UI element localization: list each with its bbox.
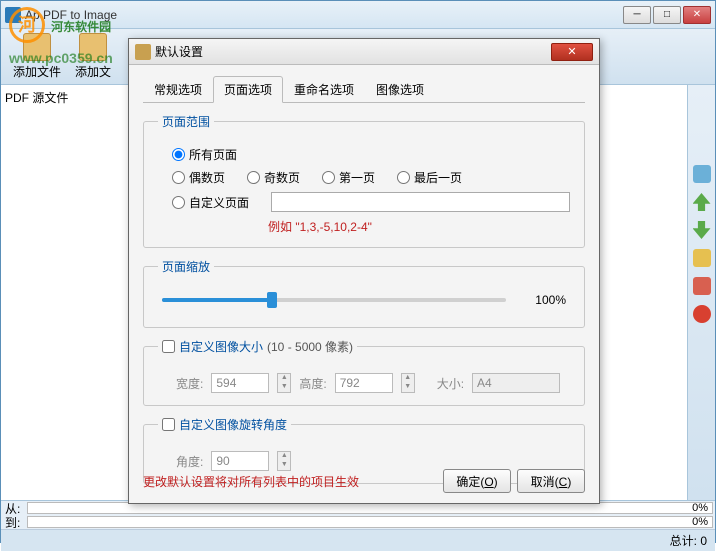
tab-image[interactable]: 图像选项	[365, 76, 435, 103]
height-label: 高度:	[299, 375, 326, 392]
radio-even[interactable]: 偶数页	[172, 169, 225, 186]
remove-icon[interactable]	[693, 305, 711, 323]
status-total: 总计: 0	[1, 529, 715, 551]
dialog-close-button[interactable]: ✕	[551, 43, 593, 61]
width-label: 宽度:	[176, 375, 203, 392]
radio-all-pages[interactable]: 所有页面	[172, 146, 237, 163]
titlebar: Ap PDF to Image ─ □ ✕	[1, 1, 715, 29]
angle-label: 角度:	[176, 453, 203, 470]
ok-button[interactable]: 确定(O)	[443, 469, 511, 493]
tab-page[interactable]: 页面选项	[213, 76, 283, 103]
page-range-legend: 页面范围	[158, 113, 214, 130]
source-file-header: PDF 源文件	[5, 89, 124, 106]
custom-range-example: 例如 "1,3,-5,10,2-4"	[268, 218, 570, 235]
dialog-footer: 更改默认设置将对所有列表中的项目生效 确定(O) 取消(C)	[143, 469, 585, 493]
footer-warning: 更改默认设置将对所有列表中的项目生效	[143, 473, 437, 490]
dialog-title: 默认设置	[155, 43, 551, 60]
add-file-label: 添加文件	[13, 63, 61, 80]
custom-size-legend: 自定义图像大小 (10 - 5000 像素)	[158, 338, 357, 355]
status-to-label: 到:	[1, 514, 27, 531]
add-folder-label: 添加文	[75, 63, 111, 80]
radio-last[interactable]: 最后一页	[397, 169, 462, 186]
preset-select[interactable]	[472, 373, 560, 393]
height-spinner[interactable]: ▲▼	[401, 373, 415, 393]
delete-icon[interactable]	[693, 277, 711, 295]
width-input[interactable]	[211, 373, 269, 393]
statusbar: 从: 0% 到: 0% 总计: 0	[1, 500, 715, 542]
page-range-group: 页面范围 所有页面 偶数页 奇数页 第一页 最后一页 自定义页面 例如 "1,3…	[143, 113, 585, 248]
custom-size-group: 自定义图像大小 (10 - 5000 像素) 宽度: ▲▼ 高度: ▲▼ 大小:	[143, 338, 585, 406]
tab-general[interactable]: 常规选项	[143, 76, 213, 103]
edit-icon[interactable]	[693, 249, 711, 267]
zoom-value: 100%	[516, 293, 566, 307]
file-icon	[23, 33, 51, 61]
cancel-button[interactable]: 取消(C)	[517, 469, 585, 493]
move-down-icon[interactable]	[693, 221, 711, 239]
progress-to: 0%	[27, 516, 713, 528]
preset-label: 大小:	[437, 375, 464, 392]
width-spinner[interactable]: ▲▼	[277, 373, 291, 393]
app-icon	[5, 7, 21, 23]
radio-first[interactable]: 第一页	[322, 169, 375, 186]
settings-tabs: 常规选项 页面选项 重命名选项 图像选项	[143, 75, 585, 103]
custom-size-checkbox[interactable]	[162, 340, 175, 353]
rotation-legend: 自定义图像旋转角度	[158, 416, 291, 433]
zoom-legend: 页面缩放	[158, 258, 214, 275]
radio-custom[interactable]: 自定义页面	[172, 194, 249, 211]
move-up-icon[interactable]	[693, 193, 711, 211]
close-button[interactable]: ✕	[683, 6, 711, 24]
zoom-slider[interactable]	[162, 298, 506, 302]
side-toolbar	[687, 85, 715, 500]
dialog-titlebar: 默认设置 ✕	[129, 39, 599, 65]
tab-rename[interactable]: 重命名选项	[283, 76, 365, 103]
settings-icon	[135, 44, 151, 60]
refresh-icon[interactable]	[693, 165, 711, 183]
page-zoom-group: 页面缩放 100%	[143, 258, 585, 328]
angle-input[interactable]	[211, 451, 269, 471]
minimize-button[interactable]: ─	[623, 6, 651, 24]
height-input[interactable]	[335, 373, 393, 393]
window-title: Ap PDF to Image	[25, 8, 623, 22]
radio-odd[interactable]: 奇数页	[247, 169, 300, 186]
settings-dialog: 默认设置 ✕ 常规选项 页面选项 重命名选项 图像选项 页面范围 所有页面 偶数…	[128, 38, 600, 504]
folder-icon	[79, 33, 107, 61]
maximize-button[interactable]: □	[653, 6, 681, 24]
rotation-checkbox[interactable]	[162, 418, 175, 431]
add-file-button[interactable]: 添加文件	[9, 31, 65, 82]
angle-spinner[interactable]: ▲▼	[277, 451, 291, 471]
add-folder-button[interactable]: 添加文	[71, 31, 115, 82]
zoom-slider-thumb[interactable]	[267, 292, 277, 308]
custom-range-input[interactable]	[271, 192, 570, 212]
source-file-panel: PDF 源文件	[1, 85, 129, 500]
